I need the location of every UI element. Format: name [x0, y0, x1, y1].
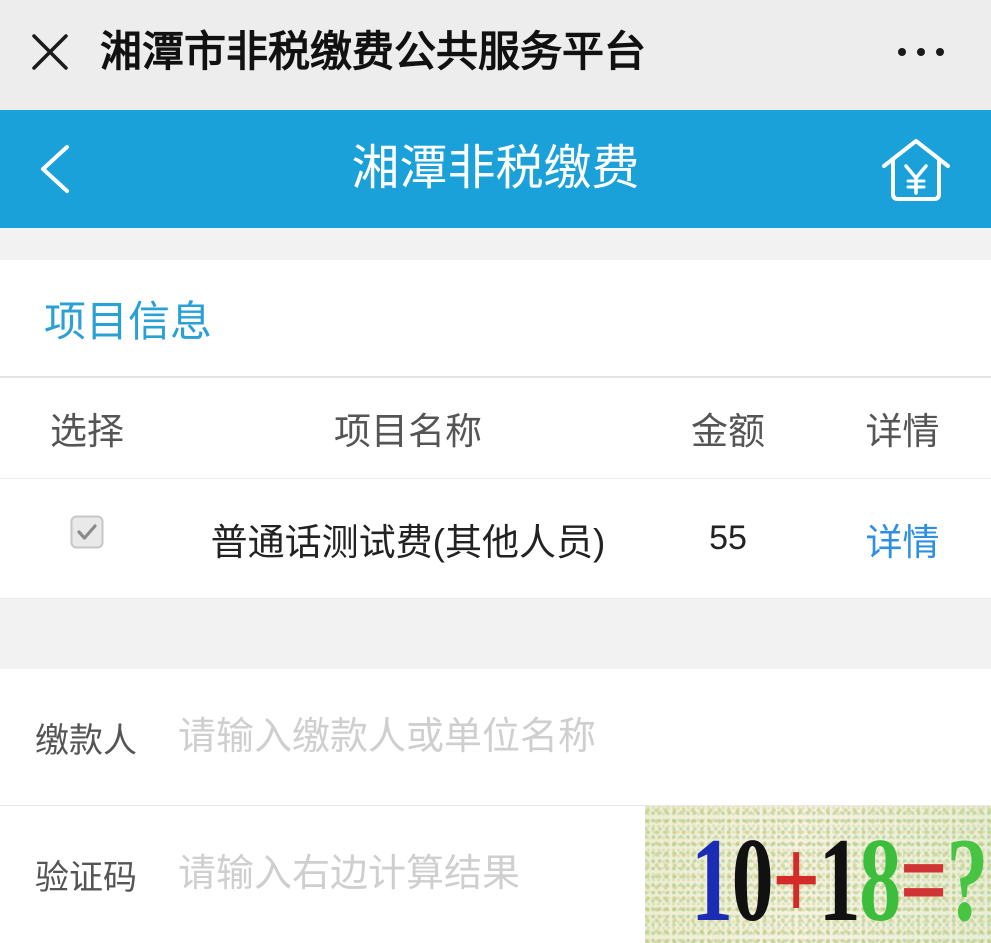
section-title: 项目信息 [44, 297, 213, 345]
project-name: 普通话测试费(其他人员) [210, 521, 606, 563]
payer-label: 缴款人 [35, 721, 137, 760]
project-amount: 55 [709, 519, 747, 557]
spacer [0, 599, 991, 669]
captcha-label: 验证码 [35, 859, 137, 897]
column-header-name: 项目名称 [334, 411, 482, 452]
more-icon[interactable] [897, 46, 945, 58]
top-bar: 湘潭市非税缴费公共服务平台 [0, 0, 991, 110]
column-header-amount: 金额 [691, 411, 765, 452]
row-select-cell [0, 479, 174, 598]
chevron-left-icon[interactable] [38, 144, 72, 194]
captcha-char: 8 [859, 813, 901, 943]
payer-input[interactable] [178, 707, 948, 767]
captcha-char: 1 [691, 813, 733, 943]
table-header: 选择 项目名称 金额 详情 [0, 378, 991, 479]
captcha-char: = [899, 813, 948, 943]
column-header-detail: 详情 [865, 411, 940, 452]
detail-link[interactable]: 详情 [814, 479, 991, 598]
column-header-select: 选择 [50, 411, 124, 452]
spacer [0, 228, 991, 260]
select-checkbox[interactable] [70, 515, 104, 549]
page-title: 湘潭非税缴费 [351, 142, 640, 195]
table-row: 普通话测试费(其他人员) 55 详情 [0, 479, 991, 599]
payer-row: 缴款人 [0, 669, 991, 806]
window-title: 湘潭市非税缴费公共服务平台 [100, 28, 647, 75]
app-header: 湘潭非税缴费 [0, 110, 991, 228]
captcha-image[interactable]: 10+18=? [645, 806, 991, 943]
captcha-char: 0 [731, 813, 774, 943]
captcha-text: 10+18=? [691, 820, 988, 940]
captcha-input[interactable] [178, 844, 618, 905]
captcha-char: 1 [818, 813, 861, 943]
home-yuan-icon[interactable] [879, 136, 953, 204]
close-icon[interactable] [32, 34, 68, 70]
captcha-row: 验证码 10+18=? [0, 806, 991, 943]
captcha-char: + [772, 813, 820, 943]
project-section-header: 项目信息 [0, 260, 991, 378]
captcha-char: ? [946, 813, 988, 943]
